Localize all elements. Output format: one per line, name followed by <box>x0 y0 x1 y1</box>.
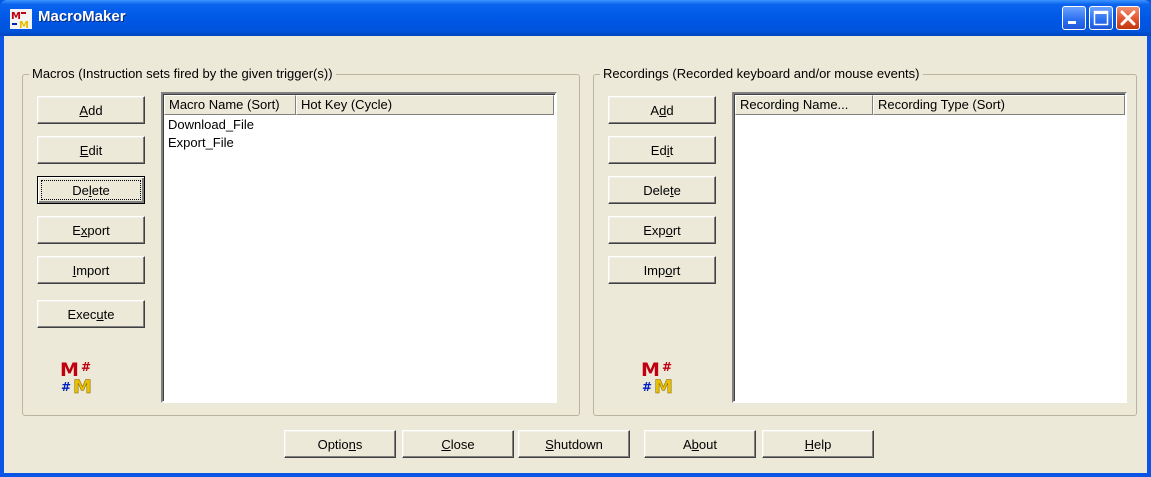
macromaker-logo-icon: M M <box>10 9 32 29</box>
recording-import-label: Import <box>643 262 681 278</box>
recordings-group-label: Recordings (Recorded keyboard and/or mou… <box>600 66 923 81</box>
column-recording-name[interactable]: Recording Name... <box>735 95 873 115</box>
column-macro-name[interactable]: Macro Name (Sort) <box>164 95 296 115</box>
macro-execute-button[interactable]: Execute <box>37 300 145 328</box>
recording-edit-label: Edit <box>650 142 674 158</box>
recording-delete-label: Delete <box>643 182 681 198</box>
macro-add-label: Add <box>79 102 103 118</box>
macro-import-button[interactable]: Import <box>37 256 145 284</box>
options-label: Options <box>317 436 363 452</box>
macro-execute-label: Execute <box>67 306 115 322</box>
about-button[interactable]: About <box>644 430 756 458</box>
minimize-button[interactable] <box>1062 6 1086 30</box>
shutdown-button[interactable]: Shutdown <box>518 430 630 458</box>
list-item[interactable]: Download_File <box>168 117 254 132</box>
macro-export-button[interactable]: Export <box>37 216 145 244</box>
recording-import-button[interactable]: Import <box>608 256 716 284</box>
macro-edit-button[interactable]: Edit <box>37 136 145 164</box>
svg-text:#: # <box>642 380 652 394</box>
macros-list-header: Macro Name (Sort) Hot Key (Cycle) <box>164 95 554 115</box>
maximize-icon <box>1093 10 1109 26</box>
client-area: Macros (Instruction sets fired by the gi… <box>4 36 1147 473</box>
svg-text:#: # <box>61 380 71 394</box>
title-bar[interactable]: M M MacroMaker <box>0 0 1151 36</box>
column-recording-type[interactable]: Recording Type (Sort) <box>873 95 1125 115</box>
svg-text:M: M <box>654 376 673 395</box>
about-label: About <box>683 436 717 452</box>
recording-add-label: Add <box>650 102 674 118</box>
shutdown-label: Shutdown <box>545 436 603 452</box>
macro-add-button[interactable]: Add <box>37 96 145 124</box>
options-button[interactable]: Options <box>284 430 396 458</box>
help-label: Help <box>804 436 832 452</box>
macromaker-window: M M MacroMaker Macros (Instruction sets … <box>0 0 1151 477</box>
column-hot-key[interactable]: Hot Key (Cycle) <box>296 95 554 115</box>
svg-text:#: # <box>662 360 672 374</box>
recording-add-button[interactable]: Add <box>608 96 716 124</box>
macromaker-logo-icon: M M # # <box>60 359 92 395</box>
macro-edit-label: Edit <box>79 142 103 158</box>
macro-delete-label: Delete <box>72 182 110 198</box>
macros-list[interactable]: Macro Name (Sort) Hot Key (Cycle) Downlo… <box>161 92 557 403</box>
close-window-button[interactable] <box>1116 6 1140 30</box>
macromaker-logo-icon: M M # # <box>641 359 673 395</box>
svg-text:#: # <box>81 360 91 374</box>
help-button[interactable]: Help <box>762 430 874 458</box>
recording-export-label: Export <box>643 222 681 238</box>
close-icon <box>1120 10 1136 26</box>
maximize-button[interactable] <box>1089 6 1113 30</box>
macro-export-label: Export <box>72 222 110 238</box>
window-title: MacroMaker <box>38 8 126 25</box>
minimize-icon <box>1068 21 1076 24</box>
macro-import-label: Import <box>72 262 110 278</box>
recording-edit-button[interactable]: Edit <box>608 136 716 164</box>
recordings-list[interactable]: Recording Name... Recording Type (Sort) <box>732 92 1127 403</box>
recording-delete-button[interactable]: Delete <box>608 176 716 204</box>
close-label: Close <box>441 436 475 452</box>
close-button[interactable]: Close <box>402 430 514 458</box>
macro-delete-button[interactable]: Delete <box>37 176 145 204</box>
svg-text:M: M <box>19 20 29 29</box>
recording-export-button[interactable]: Export <box>608 216 716 244</box>
recordings-list-header: Recording Name... Recording Type (Sort) <box>735 95 1125 115</box>
svg-text:M: M <box>73 376 92 395</box>
macros-group-label: Macros (Instruction sets fired by the gi… <box>29 66 336 81</box>
list-item[interactable]: Export_File <box>168 135 234 150</box>
